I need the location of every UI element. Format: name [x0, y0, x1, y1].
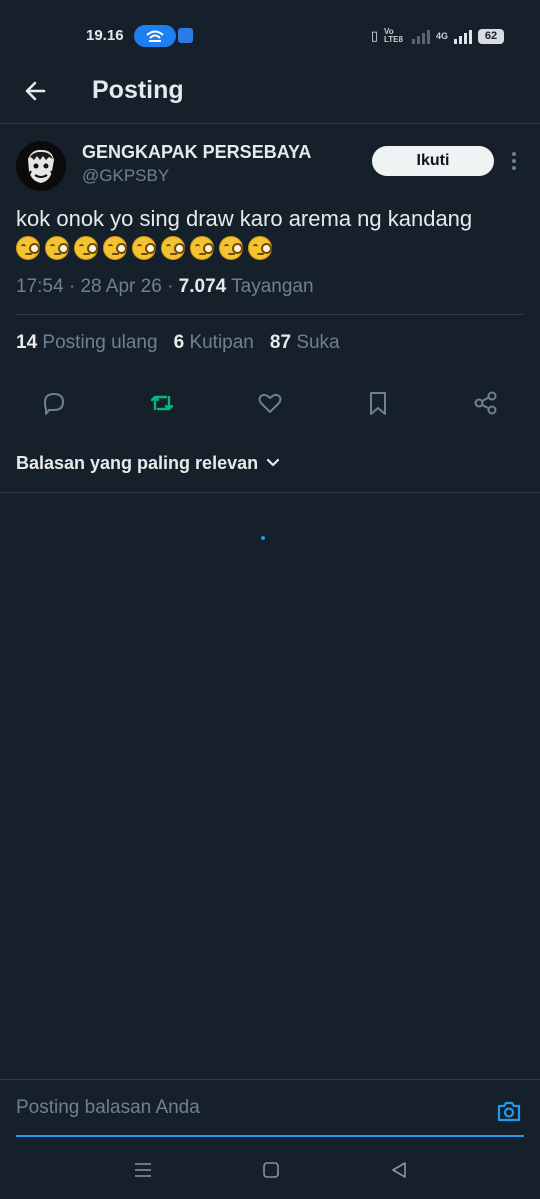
author-handle[interactable]: @GKPSBY: [82, 166, 169, 186]
reply-button[interactable]: [40, 389, 68, 417]
quotes-label: Kutipan: [189, 332, 254, 353]
bookmark-icon: [370, 392, 386, 415]
more-dot-icon: [512, 159, 516, 163]
back-arrow-icon: [25, 81, 46, 101]
likes-stat[interactable]: 87 Suka: [270, 332, 340, 354]
hotspot-indicator: [134, 25, 176, 47]
menu-icon: [135, 1163, 151, 1177]
monocle-face-emoji-icon: [45, 236, 69, 260]
likes-count: 87: [269, 332, 292, 353]
status-time: 19.16: [86, 27, 124, 44]
back-triangle-icon: [392, 1162, 406, 1178]
system-nav-bar: [0, 1140, 540, 1199]
chevron-down-icon: [267, 458, 280, 467]
bookmark-button[interactable]: [364, 389, 392, 417]
status-icons: ▯ Vo LTE8 4G 62: [371, 25, 504, 47]
volte-label: Vo LTE8: [383, 27, 403, 44]
vibrate-icon: ▯: [370, 28, 378, 43]
divider: [16, 314, 524, 315]
loading-spinner-icon: [261, 536, 265, 540]
reposts-stat[interactable]: 14 Posting ulang: [16, 332, 158, 354]
follow-button[interactable]: Ikuti: [372, 146, 494, 176]
top-header: Posting: [0, 62, 540, 124]
monocle-face-emoji-icon: [248, 236, 272, 260]
page-title: Posting: [92, 76, 184, 104]
monocle-face-emoji-icon: [161, 236, 185, 260]
input-underline: [16, 1135, 524, 1137]
post-time: 17:54: [16, 276, 64, 297]
sort-label: Balasan yang paling relevan: [16, 452, 259, 473]
more-dot-icon: [512, 152, 516, 156]
battery-icon: 62: [478, 28, 504, 44]
emoji-row: [16, 236, 272, 260]
network-4g-label: 4G: [435, 31, 448, 41]
monocle-face-emoji-icon: [219, 236, 243, 260]
camera-icon: [497, 1101, 521, 1122]
action-bar: [0, 383, 540, 423]
divider: [0, 492, 540, 493]
post-text: kok onok yo sing draw karo arema ng kand…: [16, 206, 473, 231]
like-button[interactable]: [256, 389, 284, 417]
reply-composer: [0, 1079, 540, 1137]
signal-icon-sim1: [411, 28, 430, 44]
recent-apps-button[interactable]: [132, 1160, 154, 1180]
signal-icon-sim2: [454, 28, 472, 44]
meta-separator: ·: [68, 276, 81, 297]
quotes-stat[interactable]: 6 Kutipan: [174, 332, 254, 354]
views-count[interactable]: 7.074: [179, 276, 227, 297]
reposts-count: 14: [16, 332, 38, 353]
heart-icon: [258, 393, 282, 413]
avatar[interactable]: [16, 141, 66, 191]
system-back-button[interactable]: [388, 1160, 410, 1180]
reply-icon: [44, 393, 64, 415]
monocle-face-emoji-icon: [16, 236, 40, 260]
monocle-face-emoji-icon: [103, 236, 127, 260]
home-button[interactable]: [260, 1160, 282, 1180]
views-label: Tayangan: [231, 276, 314, 297]
app-notification-icon: [178, 28, 193, 43]
post-date: 28 Apr 26: [80, 276, 162, 297]
likes-label: Suka: [296, 332, 340, 353]
replies-sort-dropdown[interactable]: Balasan yang paling relevan: [16, 450, 280, 476]
page: 19.16 ▯ Vo LTE8 4G 62 Posting GENGKAPAK …: [0, 0, 540, 1199]
status-bar: 19.16 ▯ Vo LTE8 4G 62: [0, 0, 540, 62]
repost-button[interactable]: [148, 389, 176, 417]
reply-input[interactable]: [16, 1093, 486, 1123]
wifi-icon: [146, 30, 164, 42]
share-button[interactable]: [472, 389, 500, 417]
monocle-face-emoji-icon: [74, 236, 98, 260]
quotes-count: 6: [173, 332, 185, 353]
reposts-label: Posting ulang: [42, 332, 158, 353]
avatar-image: [16, 141, 66, 191]
meta-separator: ·: [167, 276, 179, 297]
post-stats: 14 Posting ulang 6 Kutipan 87 Suka: [16, 332, 340, 354]
post-meta: 17:54 · 28 Apr 26 · 7.074 Tayangan: [16, 276, 314, 298]
monocle-face-emoji-icon: [132, 236, 156, 260]
author-name[interactable]: GENGKAPAK PERSEBAYA: [82, 142, 311, 163]
back-button[interactable]: [20, 75, 52, 107]
share-icon: [474, 391, 497, 415]
more-options-button[interactable]: [506, 150, 522, 172]
more-dot-icon: [512, 166, 516, 170]
home-square-icon: [263, 1162, 279, 1178]
camera-button[interactable]: [496, 1099, 522, 1123]
monocle-face-emoji-icon: [190, 236, 214, 260]
repost-icon: [150, 395, 174, 411]
